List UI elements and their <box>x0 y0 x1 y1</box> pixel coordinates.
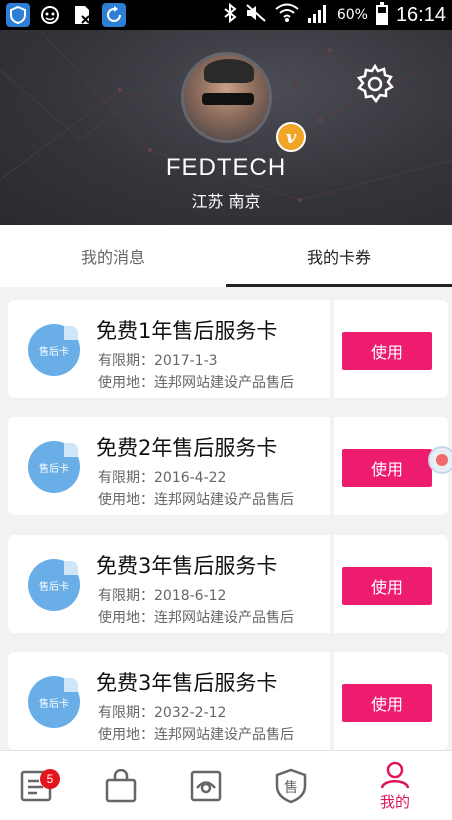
person-icon <box>380 761 410 788</box>
bluetooth-icon <box>223 2 237 27</box>
status-notification-icons <box>6 3 126 27</box>
tab-my-messages[interactable]: 我的消息 <box>0 225 226 287</box>
battery-level <box>377 13 386 23</box>
unread-badge: 5 <box>40 769 60 789</box>
mute-icon <box>245 3 267 27</box>
tab-bar: 我的消息 我的卡券 <box>0 225 452 287</box>
after-sales-sticker-icon: 售后卡 <box>28 324 80 376</box>
shield-icon <box>6 3 30 27</box>
coupon-place: 使用地：连邦网站建设产品售后 <box>98 727 294 743</box>
face-icon <box>38 3 62 27</box>
coupon-info: 售后卡 免费3年售后服务卡 有限期：2018-6-12 使用地：连邦网站建设产品… <box>8 535 330 633</box>
coupon-list[interactable]: 售后卡 免费1年售后服务卡 有限期：2017-1-3 使用地：连邦网站建设产品售… <box>0 287 452 750</box>
coupon-title: 免费1年售后服务卡 <box>96 319 278 343</box>
coupon-place: 使用地：连邦网站建设产品售后 <box>98 375 294 391</box>
floating-assistant-button[interactable] <box>428 446 452 474</box>
coupon-action: 使用 <box>334 300 448 398</box>
sync-icon <box>102 3 126 27</box>
coupon-place: 使用地：连邦网站建设产品售后 <box>98 610 294 626</box>
user-location: 江苏 南京 <box>191 192 261 211</box>
coupon-expiry: 有限期：2018-6-12 <box>98 588 227 604</box>
settings-button[interactable] <box>354 63 396 105</box>
nav-label-mine: 我的 <box>379 792 410 811</box>
coupon-title: 免费3年售后服务卡 <box>96 671 278 695</box>
after-sales-sticker-icon: 售后卡 <box>28 559 80 611</box>
record-dot-icon <box>436 454 448 466</box>
coupon-card: 售后卡 免费3年售后服务卡 有限期：2018-6-12 使用地：连邦网站建设产品… <box>8 535 448 633</box>
coupon-expiry: 有限期：2017-1-3 <box>98 353 218 369</box>
coupon-expiry: 有限期：2032-2-12 <box>98 705 227 721</box>
vip-badge: v <box>276 122 306 152</box>
coupon-action: 使用 <box>334 535 448 633</box>
signal-icon <box>307 3 329 27</box>
after-sales-sticker-icon: 售后卡 <box>28 441 80 493</box>
nav-item-orders[interactable]: 5 <box>0 751 81 820</box>
nav-item-mine[interactable]: 我的 <box>350 751 440 820</box>
eye-window-icon <box>190 770 222 802</box>
nav-item-after-sales[interactable]: 售 <box>246 751 336 820</box>
coupon-info: 售后卡 免费3年售后服务卡 有限期：2032-2-12 使用地：连邦网站建设产品… <box>8 652 330 750</box>
after-sales-sticker-icon: 售后卡 <box>28 676 80 728</box>
after-sales-glyph: 售 <box>284 780 298 796</box>
clock: 16:14 <box>395 3 446 26</box>
avatar[interactable] <box>181 52 272 143</box>
avatar-glasses <box>202 93 254 105</box>
tab-my-coupons[interactable]: 我的卡券 <box>226 225 452 287</box>
no-sim-icon <box>70 3 94 27</box>
coupon-card: 售后卡 免费3年售后服务卡 有限期：2032-2-12 使用地：连邦网站建设产品… <box>8 652 448 750</box>
nav-item-shop[interactable] <box>76 751 166 820</box>
gear-icon <box>356 63 394 104</box>
use-button[interactable]: 使用 <box>342 449 432 487</box>
coupon-info: 售后卡 免费1年售后服务卡 有限期：2017-1-3 使用地：连邦网站建设产品售… <box>8 300 330 398</box>
after-sales-shield-icon: 售 <box>275 768 307 804</box>
coupon-action: 使用 <box>334 652 448 750</box>
coupon-info: 售后卡 免费2年售后服务卡 有限期：2016-4-22 使用地：连邦网站建设产品… <box>8 417 330 515</box>
battery-icon <box>375 2 388 25</box>
coupon-card: 售后卡 免费2年售后服务卡 有限期：2016-4-22 使用地：连邦网站建设产品… <box>8 417 448 515</box>
username: FEDTECH <box>165 154 287 181</box>
battery-percent: 60% <box>336 7 368 23</box>
shopping-bag-icon <box>105 769 137 803</box>
use-button[interactable]: 使用 <box>342 684 432 722</box>
profile-header: v FEDTECH 江苏 南京 <box>0 30 452 225</box>
coupon-expiry: 有限期：2016-4-22 <box>98 470 227 486</box>
use-button[interactable]: 使用 <box>342 567 432 605</box>
use-button[interactable]: 使用 <box>342 332 432 370</box>
status-system-icons: 60% 16:14 <box>223 2 446 28</box>
avatar-hair <box>204 59 254 83</box>
nav-item-discover[interactable] <box>161 751 251 820</box>
coupon-title: 免费3年售后服务卡 <box>96 554 278 578</box>
wifi-icon <box>275 3 299 27</box>
coupon-place: 使用地：连邦网站建设产品售后 <box>98 492 294 508</box>
bottom-nav: 5 售 我的 <box>0 750 452 820</box>
coupon-card: 售后卡 免费1年售后服务卡 有限期：2017-1-3 使用地：连邦网站建设产品售… <box>8 300 448 398</box>
status-bar: 60% 16:14 <box>0 0 452 30</box>
coupon-title: 免费2年售后服务卡 <box>96 436 278 460</box>
